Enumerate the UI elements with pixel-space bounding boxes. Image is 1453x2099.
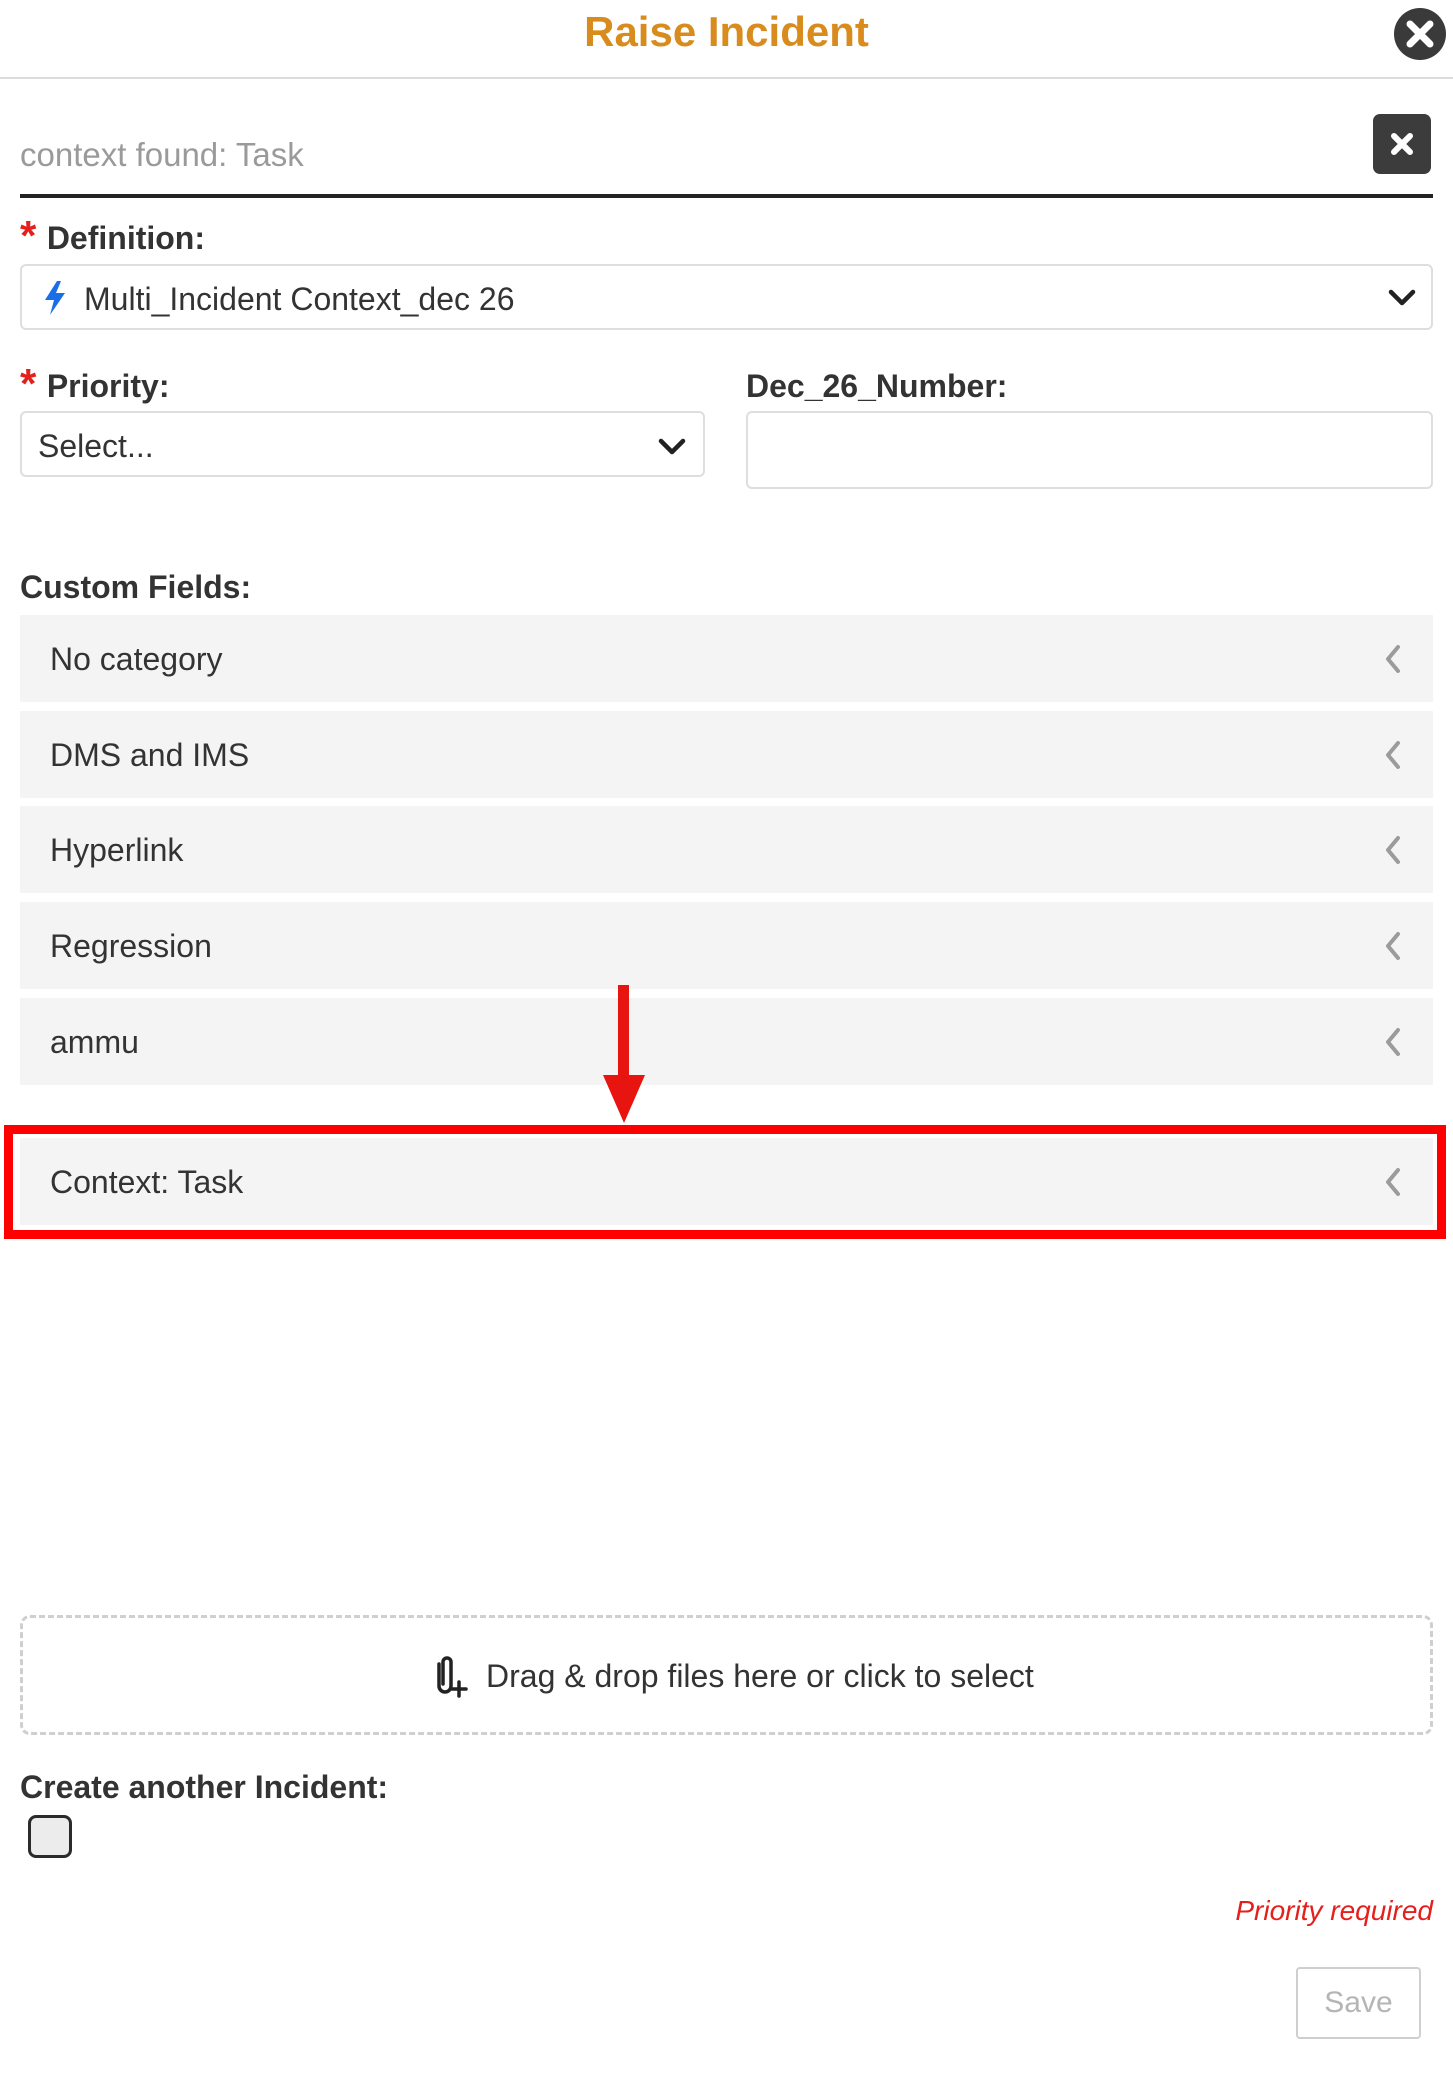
chevron-left-icon [1386, 645, 1400, 673]
required-asterisk: * [20, 360, 37, 407]
category-row-hyperlink[interactable]: Hyperlink [20, 806, 1433, 893]
category-label: ammu [50, 1024, 139, 1060]
file-drop-zone[interactable]: Drag & drop files here or click to selec… [20, 1615, 1433, 1735]
definition-label: Definition: [46, 220, 205, 256]
priority-label-row: * Priority: [20, 363, 170, 405]
category-row-no-category[interactable]: No category [20, 615, 1433, 702]
drop-zone-text: Drag & drop files here or click to selec… [486, 1658, 1034, 1694]
category-label: Regression [50, 928, 212, 964]
priority-select[interactable]: Select... [20, 411, 705, 477]
definition-value: Multi_Incident Context_dec 26 [84, 281, 515, 317]
paperclip-plus-icon [437, 1656, 468, 1698]
category-label: DMS and IMS [50, 737, 250, 773]
priority-label: Priority: [46, 368, 170, 404]
required-asterisk: * [20, 212, 37, 259]
priority-required-message: Priority required [1235, 1895, 1433, 1926]
context-divider [20, 194, 1433, 198]
highlight-box [4, 1125, 1446, 1239]
chevron-down-icon [658, 438, 686, 455]
category-row-regression[interactable]: Regression [20, 902, 1433, 989]
create-another-checkbox[interactable] [28, 1815, 72, 1858]
chevron-left-icon [1386, 932, 1400, 960]
close-modal-button[interactable] [1394, 8, 1446, 60]
dec-26-number-label: Dec_26_Number: [746, 368, 1008, 404]
category-label: Hyperlink [50, 832, 184, 868]
category-row-ammu[interactable]: ammu [20, 998, 1433, 1085]
category-label: No category [50, 641, 223, 677]
close-icon [1391, 133, 1413, 155]
close-circle-icon [1406, 20, 1434, 48]
category-row-dms-and-ims[interactable]: DMS and IMS [20, 711, 1433, 798]
definition-label-row: * Definition: [20, 215, 205, 257]
clear-context-button[interactable] [1373, 114, 1431, 174]
definition-select[interactable]: Multi_Incident Context_dec 26 [20, 264, 1433, 330]
create-another-label: Create another Incident: [20, 1769, 389, 1805]
chevron-left-icon [1386, 1028, 1400, 1056]
context-found-text: context found: Task [20, 136, 304, 173]
priority-value: Select... [38, 428, 154, 464]
chevron-left-icon [1386, 836, 1400, 864]
lightning-bolt-icon [45, 281, 65, 315]
chevron-left-icon [1386, 741, 1400, 769]
save-button[interactable]: Save [1296, 1967, 1421, 2039]
chevron-down-icon [1388, 289, 1416, 306]
custom-fields-label: Custom Fields: [20, 569, 252, 605]
modal-title: Raise Incident [584, 8, 869, 55]
red-arrow-down-icon [603, 985, 645, 1123]
dec-26-number-input[interactable] [746, 411, 1433, 489]
